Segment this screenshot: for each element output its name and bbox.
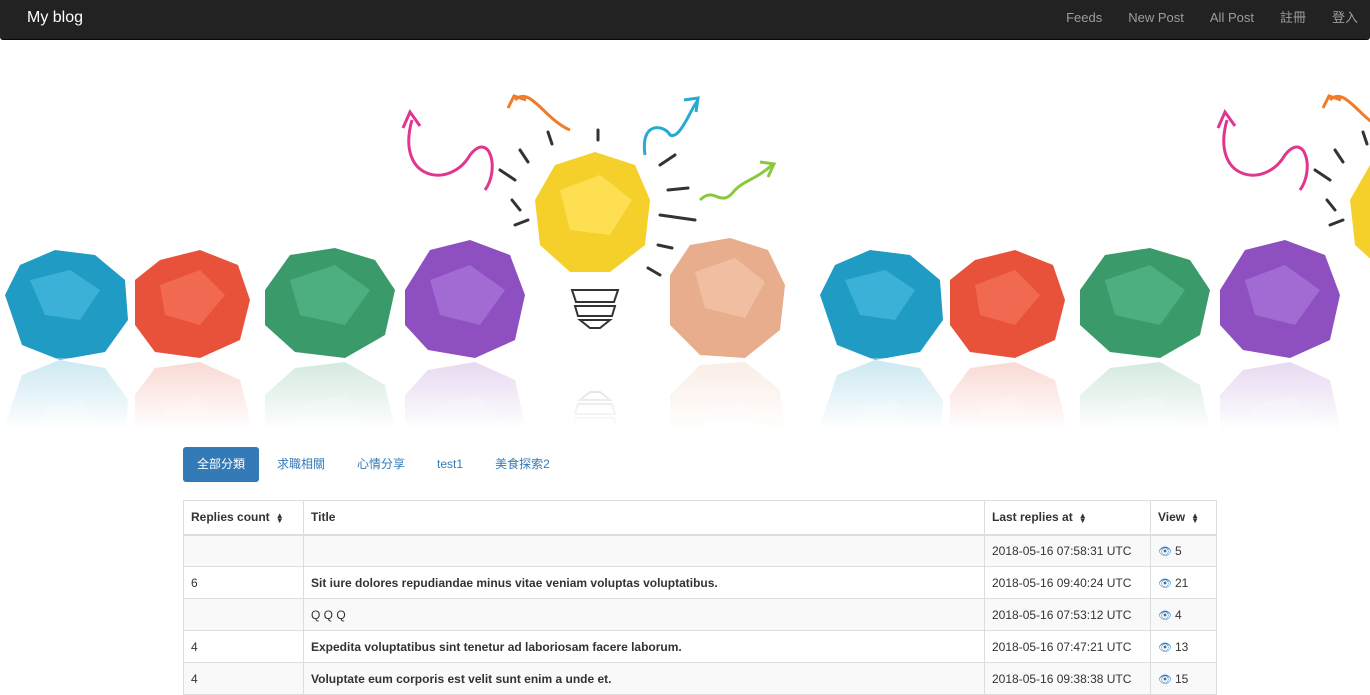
views-cell: 👁 5	[1150, 534, 1217, 567]
eye-icon: 👁	[1158, 545, 1172, 558]
post-title-link[interactable]: Voluptate eum corporis est velit sunt en…	[311, 672, 612, 686]
header-label: Title	[311, 510, 336, 525]
table-row: 2018-05-16 07:58:31 UTC 👁 5	[183, 534, 1217, 567]
tab-job-related[interactable]: 求職相關	[263, 447, 339, 482]
post-title-link[interactable]: Expedita voluptatibus sint tenetur ad la…	[311, 640, 682, 654]
last-replies-cell: 2018-05-16 07:47:21 UTC	[984, 630, 1151, 663]
paper-balls-scene-repeat	[818, 94, 1370, 362]
title-cell: Sit iure dolores repudiandae minus vitae…	[303, 566, 985, 599]
views-count: 15	[1174, 671, 1189, 686]
nav-link-register[interactable]: 註冊	[1267, 0, 1319, 40]
nav-link-new-post[interactable]: New Post	[1115, 0, 1197, 40]
sort-icon: ▲ ▼	[1078, 511, 1087, 526]
table-row: 4 Voluptate eum corporis est velit sunt …	[183, 662, 1217, 695]
views-count: 13	[1174, 639, 1189, 654]
table-row: Q Q Q 2018-05-16 07:53:12 UTC 👁 4	[183, 598, 1217, 631]
views-cell: 👁 15	[1150, 662, 1217, 695]
last-replies-cell: 2018-05-16 09:38:38 UTC	[984, 662, 1151, 695]
header-last-replies[interactable]: Last replies at ▲ ▼	[984, 500, 1151, 536]
views-count: 21	[1174, 575, 1189, 590]
last-replies-cell: 2018-05-16 09:40:24 UTC	[984, 566, 1151, 599]
post-title-link[interactable]: Sit iure dolores repudiandae minus vitae…	[311, 576, 718, 590]
eye-icon: 👁	[1158, 609, 1172, 622]
tab-all-categories[interactable]: 全部分類	[183, 447, 260, 482]
header-title: Title	[303, 500, 985, 536]
header-replies-count[interactable]: Replies count ▲ ▼	[183, 500, 304, 536]
replies-count-cell: 4	[183, 630, 304, 663]
posts-table: Replies count ▲ ▼ Title Last replies at ▲ ▼ …	[183, 500, 1217, 695]
hero-banner	[0, 40, 1370, 430]
header-label: Last replies at	[992, 510, 1073, 525]
header-label: View	[1158, 510, 1186, 525]
title-cell: Expedita voluptatibus sint tenetur ad la…	[303, 630, 985, 663]
nav-link-login[interactable]: 登入	[1319, 0, 1358, 40]
category-tabs: 全部分類 求職相關 心情分享 test1 美食探索2	[183, 447, 564, 482]
views-cell: 👁 21	[1150, 566, 1217, 599]
last-replies-cell: 2018-05-16 07:58:31 UTC	[984, 534, 1151, 567]
header-view[interactable]: View ▲ ▼	[1150, 500, 1217, 536]
replies-count-cell: 4	[183, 662, 304, 695]
tab-mood-sharing[interactable]: 心情分享	[343, 447, 419, 482]
replies-count-cell: 6	[183, 566, 304, 599]
eye-icon: 👁	[1158, 641, 1172, 654]
last-replies-cell: 2018-05-16 07:53:12 UTC	[984, 598, 1151, 631]
sort-icon: ▲ ▼	[1191, 511, 1200, 526]
table-row: 4 Expedita voluptatibus sint tenetur ad …	[183, 630, 1217, 663]
sort-icon: ▲ ▼	[275, 511, 284, 526]
paper-balls-scene	[3, 94, 787, 362]
hero-illustration	[0, 94, 1370, 430]
brand-link[interactable]: My blog	[27, 9, 83, 27]
tab-food-explore[interactable]: 美食探索2	[481, 447, 564, 482]
post-title-link[interactable]: Q Q Q	[311, 608, 346, 622]
nav-link-feeds[interactable]: Feeds	[1053, 0, 1115, 40]
views-count: 5	[1174, 543, 1182, 558]
table-row: 6 Sit iure dolores repudiandae minus vit…	[183, 566, 1217, 599]
views-cell: 👁 4	[1150, 598, 1217, 631]
title-cell: Voluptate eum corporis est velit sunt en…	[303, 662, 985, 695]
header-label: Replies count	[191, 510, 270, 525]
table-header-row: Replies count ▲ ▼ Title Last replies at ▲ ▼ …	[183, 500, 1217, 536]
tab-test1[interactable]: test1	[423, 447, 477, 482]
title-cell: Q Q Q	[303, 598, 985, 631]
replies-count-cell	[183, 598, 304, 631]
views-count: 4	[1174, 607, 1182, 622]
replies-count-cell	[183, 534, 304, 567]
navbar-links: Feeds New Post All Post 註冊 登入	[1053, 0, 1370, 40]
title-cell	[303, 534, 985, 567]
nav-link-all-post[interactable]: All Post	[1197, 0, 1267, 40]
views-cell: 👁 13	[1150, 630, 1217, 663]
eye-icon: 👁	[1158, 577, 1172, 590]
top-navbar: My blog Feeds New Post All Post 註冊 登入	[0, 0, 1370, 40]
